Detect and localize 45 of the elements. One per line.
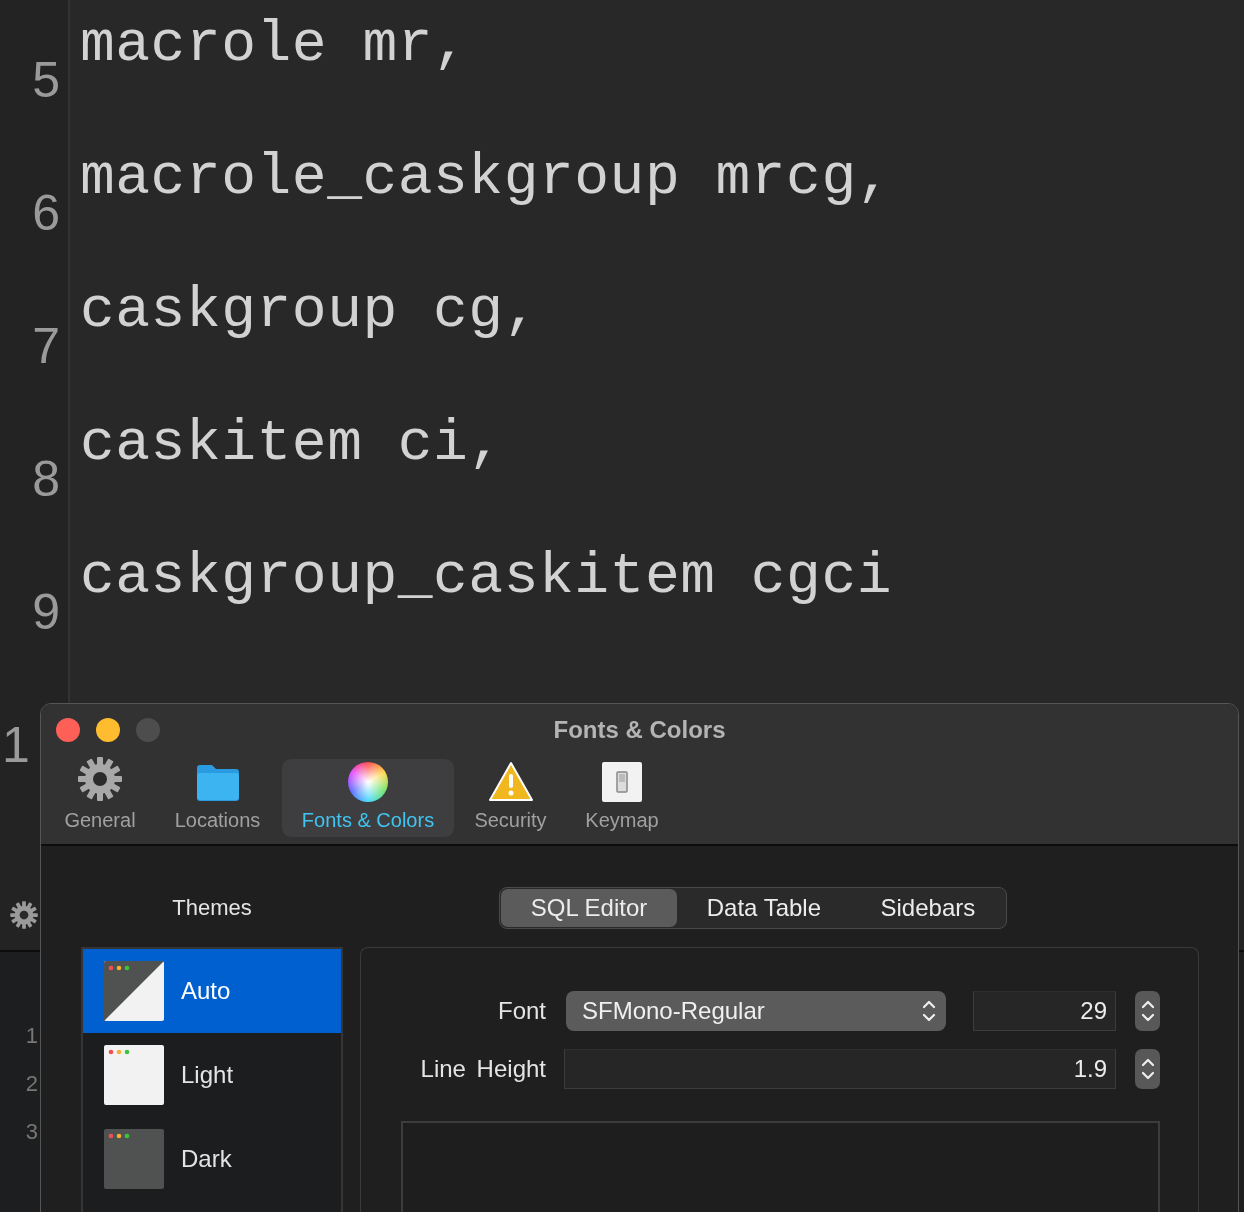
switch-icon [601, 760, 643, 803]
line-number: 9 [32, 587, 60, 637]
code-line: macrole mr, [79, 11, 469, 79]
theme-item[interactable]: Auto [83, 949, 341, 1033]
theme-thumbnail-icon [104, 1045, 164, 1105]
close-button[interactable] [56, 718, 80, 742]
gear-icon [76, 755, 124, 803]
font-dropdown[interactable]: SFMono-Regular [566, 991, 946, 1031]
line-number: 1 [2, 720, 30, 770]
font-size-field[interactable]: 29 [973, 991, 1116, 1031]
field-label: Font [497, 996, 546, 1026]
segment-tab[interactable]: Sidebars [850, 889, 1005, 927]
segment-tab[interactable]: Data Table [677, 889, 851, 927]
segment-tab[interactable]: SQL Editor [501, 889, 677, 927]
toolbar-tab[interactable]: Keymap [567, 759, 677, 837]
theme-thumbnail-icon [104, 1129, 164, 1189]
line-number: 1 [25, 1022, 38, 1050]
toolbar-tab[interactable]: Fonts & Colors [282, 759, 454, 837]
line-number: 8 [32, 454, 60, 504]
window-title: Fonts & Colors [553, 716, 726, 743]
settings-icon[interactable] [9, 900, 39, 930]
theme-thumbnail-icon [104, 961, 164, 1021]
minimize-button[interactable] [96, 718, 120, 742]
toolbar-tab[interactable]: Security [454, 759, 567, 837]
line-number: 6 [32, 188, 60, 238]
section-label: Themes [172, 894, 252, 922]
code-line: macrole_caskgroup mrcg, [79, 144, 893, 212]
line-number: 7 [32, 321, 60, 371]
line-number: 3 [25, 1118, 38, 1146]
dropdown-value: SFMono-Regular [582, 996, 765, 1026]
line-height-field[interactable]: 1.9 [564, 1049, 1116, 1089]
theme-item[interactable]: Dark [83, 1117, 341, 1201]
stepper[interactable] [1135, 1049, 1160, 1089]
toolbar-tab[interactable]: General [47, 759, 153, 837]
theme-item[interactable]: Light [83, 1033, 341, 1117]
color-wheel-icon [348, 761, 388, 802]
code-line: caskgroup cg, [79, 277, 539, 345]
toolbar-tab[interactable]: Locations [153, 759, 282, 837]
stepper[interactable] [1135, 991, 1160, 1031]
code-line: caskgroup_caskitem cgci [79, 543, 893, 611]
line-number: 5 [32, 55, 60, 105]
field-label: Line Height [420, 1054, 546, 1084]
code-line: caskitem ci, [79, 410, 504, 478]
warning-icon [487, 760, 534, 803]
line-number: 2 [25, 1070, 38, 1098]
